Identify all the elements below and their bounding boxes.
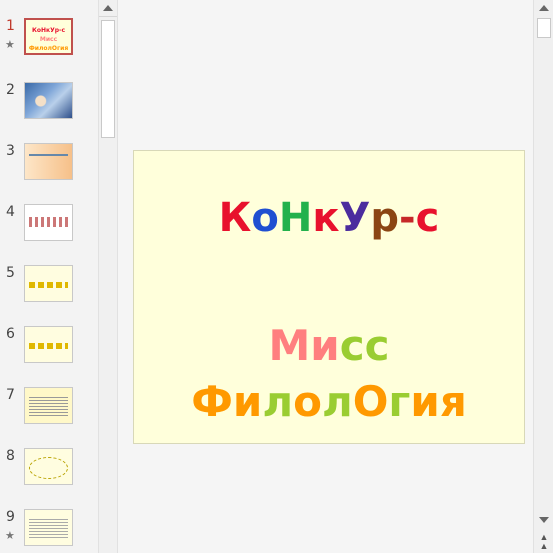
thumbnail-content-preview [29,217,68,227]
slide-thumbnail[interactable]: КоНкУр-с Мисс ФилолОгия [24,18,73,55]
title-letter: М [268,321,311,370]
thumbnail-content-preview [29,154,68,156]
slide-thumbnail-row[interactable]: 7 [0,387,98,437]
title-letter: и [410,377,440,426]
slide-thumbnail-row[interactable]: 9 ★ [0,509,98,559]
editor-scrollbar[interactable]: ▲ ▲ [533,0,553,553]
title-letter: с [339,321,365,370]
slide-thumbnail-row[interactable]: 4 [0,204,98,254]
title-letter: с [364,321,390,370]
slide-number: 3 [6,143,15,159]
title-letter: - [398,195,416,241]
slide-subtitle-line-2[interactable]: ФилолОгия [134,377,524,426]
title-letter: о [251,195,279,241]
slide-thumbnail-row[interactable]: 6 [0,326,98,376]
transition-star-icon: ★ [5,530,15,542]
slide-subtitle-line-1[interactable]: Мисс [134,321,524,370]
slide-thumbnail[interactable] [24,82,73,119]
thumbnail-content-preview [29,457,68,479]
thumbnail-content-preview [29,396,68,416]
slide-thumbnail-row[interactable]: 5 [0,265,98,315]
slide-thumbnail-pane: 1 ★ КоНкУр-с Мисс ФилолОгия 2 3 4 5 6 7 8 9 ★ [0,0,98,553]
title-letter: Н [278,195,313,241]
slide-number: 2 [6,82,15,98]
slide-thumbnail[interactable] [24,265,73,302]
thumbnail-text: ФилолОгия [28,45,69,52]
title-letter: л [321,377,353,426]
slide-number: 4 [6,204,15,220]
slide-editor-area: КоНкУр-с Мисс ФилолОгия [118,0,533,553]
slide-thumbnail-row[interactable]: 3 [0,143,98,193]
thumbnail-text: КоНкУр-с [31,27,66,34]
scrollbar-thumb[interactable] [101,20,115,138]
title-letter: и [310,321,340,370]
thumbnail-content-preview [29,518,68,538]
slide-canvas[interactable]: КоНкУр-с Мисс ФилолОгия [133,150,525,444]
title-letter: с [415,195,440,241]
title-letter: к [312,195,340,241]
title-letter: К [218,195,252,241]
title-letter: О [352,377,389,426]
scroll-up-button[interactable] [99,0,117,17]
slide-number: 1 [6,18,15,34]
slide-thumbnail-row[interactable]: 1 ★ КоНкУр-с Мисс ФилолОгия [0,18,98,68]
scrollbar-thumb[interactable] [537,18,551,38]
scroll-up-button[interactable] [534,0,553,16]
thumbnail-pane-scrollbar[interactable] [98,0,118,553]
chevron-down-icon [538,517,549,523]
previous-slide-button[interactable]: ▲ ▲ [537,533,551,551]
slide-thumbnail-row[interactable]: 8 [0,448,98,498]
slide-thumbnail[interactable] [24,326,73,363]
title-letter: г [388,377,411,426]
title-letter: о [293,377,322,426]
thumbnail-content-preview [29,343,68,349]
chevron-up-icon [103,5,113,11]
title-letter: и [232,377,263,426]
slide-thumbnail[interactable] [24,448,73,485]
slide-title-line-1[interactable]: КоНкУр-с [134,195,524,241]
slide-number: 8 [6,448,15,464]
title-letter: У [339,195,371,241]
slide-number: 9 [6,509,15,525]
transition-star-icon: ★ [5,39,15,51]
chevron-up-icon [538,5,549,11]
slide-thumbnail[interactable] [24,387,73,424]
scroll-down-button[interactable] [534,512,553,528]
slide-thumbnail-row[interactable]: 2 [0,82,98,132]
title-letter: Ф [191,377,233,426]
slide-thumbnail[interactable] [24,143,73,180]
title-letter: л [262,377,294,426]
slide-number: 7 [6,387,15,403]
thumbnail-content-preview [29,282,68,288]
title-letter: я [439,377,467,426]
slide-thumbnail[interactable] [24,204,73,241]
title-letter: р [370,195,399,241]
thumbnail-content-preview [29,91,68,111]
slide-number: 6 [6,326,15,342]
slide-number: 5 [6,265,15,281]
slide-thumbnail[interactable] [24,509,73,546]
thumbnail-text: Мисс [39,36,58,43]
